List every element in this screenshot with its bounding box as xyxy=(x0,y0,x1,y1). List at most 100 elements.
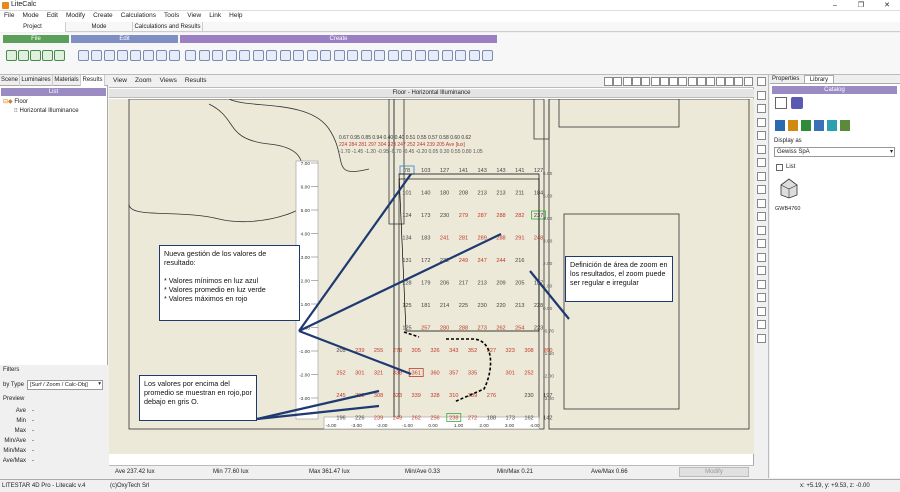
ribbon-tool-icon[interactable] xyxy=(320,50,331,61)
ribbon-tool-icon[interactable] xyxy=(18,50,29,61)
ribbon-tool-icon[interactable] xyxy=(143,50,154,61)
menu-modify[interactable]: Modify xyxy=(62,11,89,19)
viewer-menu-views[interactable]: Views xyxy=(156,75,181,84)
by-type-select[interactable]: [Surf / Zoom / Calc-Obj] ▾ xyxy=(27,380,103,390)
view-tool-icon[interactable] xyxy=(715,77,725,86)
view-tool-icon[interactable] xyxy=(659,77,669,86)
side-tool-icon[interactable] xyxy=(757,252,766,262)
ribbon-tool-icon[interactable] xyxy=(252,50,264,61)
ribbon-tool-icon[interactable] xyxy=(333,50,345,61)
side-tool-icon[interactable] xyxy=(757,90,766,100)
side-tool-icon[interactable] xyxy=(757,239,766,248)
ribbon-tool-icon[interactable] xyxy=(130,50,141,61)
format-icon-2[interactable] xyxy=(788,120,798,131)
side-tool-icon[interactable] xyxy=(757,158,766,167)
tree-horizontal-illuminance[interactable]: ⁝⁝ Horizontal Illuminance xyxy=(14,107,79,114)
zoom-area-irregular[interactable] xyxy=(403,331,492,403)
minimize-icon[interactable]: – xyxy=(822,0,848,11)
drawing-area[interactable]: 7.00 6.00 5.00 4.00 3.00 2.00 1.00 0.00 -1.00 -2.… xyxy=(109,99,754,454)
ribbon-tool-icon[interactable] xyxy=(306,50,318,61)
side-tool-icon[interactable] xyxy=(757,293,766,302)
tab-results[interactable]: Results xyxy=(81,75,105,86)
side-tool-icon[interactable] xyxy=(757,171,766,181)
tab-mode[interactable]: Mode xyxy=(66,22,133,32)
close-icon[interactable]: ✕ xyxy=(874,0,900,11)
format-icon-5[interactable] xyxy=(827,120,837,131)
tab-calculations-results[interactable]: Calculations and Results xyxy=(133,22,203,32)
side-tool-icon[interactable] xyxy=(757,198,766,208)
menu-create[interactable]: Create xyxy=(89,11,117,19)
view-tool-icon[interactable] xyxy=(706,77,716,86)
list-checkbox[interactable] xyxy=(776,164,783,171)
view-tool-icon[interactable] xyxy=(613,77,623,86)
view-tool-icon[interactable] xyxy=(734,77,744,86)
side-tool-icon[interactable] xyxy=(757,117,766,127)
side-tool-icon[interactable] xyxy=(757,104,766,113)
side-tool-icon[interactable] xyxy=(757,77,766,86)
ribbon-tool-icon[interactable] xyxy=(279,50,291,61)
ribbon-tool-icon[interactable] xyxy=(482,50,493,61)
ribbon-tool-icon[interactable] xyxy=(104,50,115,61)
ribbon-tool-icon[interactable] xyxy=(169,50,180,61)
view-tool-icon[interactable] xyxy=(641,77,651,86)
ribbon-tool-icon[interactable] xyxy=(198,50,210,61)
menu-file[interactable]: File xyxy=(0,11,18,19)
menu-help[interactable]: Help xyxy=(225,11,246,19)
tab-materials[interactable]: Materials xyxy=(53,75,81,86)
view-tool-icon[interactable] xyxy=(631,77,641,86)
menu-view[interactable]: View xyxy=(183,11,205,19)
ribbon-tool-icon[interactable] xyxy=(347,50,358,61)
view-tool-icon[interactable] xyxy=(678,77,688,86)
view-tool-icon[interactable] xyxy=(697,77,706,86)
ribbon-tool-icon[interactable] xyxy=(401,50,412,61)
view-tool-icon[interactable] xyxy=(604,77,613,86)
format-icon-4[interactable] xyxy=(814,120,824,131)
ribbon-tool-icon[interactable] xyxy=(374,50,385,61)
viewer-menu-results[interactable]: Results xyxy=(181,75,211,84)
viewer-menu-zoom[interactable]: Zoom xyxy=(131,75,156,84)
tab-properties[interactable]: Properties xyxy=(772,76,799,82)
view-tool-icon[interactable] xyxy=(724,77,734,86)
side-tool-icon[interactable] xyxy=(757,333,766,343)
format-icon-1[interactable] xyxy=(775,120,785,131)
ribbon-tool-icon[interactable] xyxy=(387,50,399,61)
menu-calculations[interactable]: Calculations xyxy=(117,11,160,19)
ribbon-tool-icon[interactable] xyxy=(42,50,53,61)
ribbon-tool-icon[interactable] xyxy=(117,50,128,61)
side-tool-icon[interactable] xyxy=(757,225,766,235)
view-tool-icon[interactable] xyxy=(669,77,679,86)
tab-luminaires[interactable]: Luminaires xyxy=(20,75,53,86)
ribbon-tool-icon[interactable] xyxy=(225,50,237,61)
display-as-select[interactable]: Gewiss SpA ▾ xyxy=(774,147,895,157)
ribbon-tool-icon[interactable] xyxy=(91,50,102,61)
ribbon-tool-icon[interactable] xyxy=(414,50,426,61)
ribbon-tool-icon[interactable] xyxy=(441,50,453,61)
ribbon-tool-icon[interactable] xyxy=(78,50,89,61)
side-tool-icon[interactable] xyxy=(757,266,766,275)
side-tool-icon[interactable] xyxy=(757,131,766,140)
side-tool-icon[interactable] xyxy=(757,144,766,154)
ribbon-tool-icon[interactable] xyxy=(156,50,167,61)
ribbon-tool-icon[interactable] xyxy=(266,50,277,61)
format-icon-3[interactable] xyxy=(801,120,811,131)
lamp-icon[interactable] xyxy=(775,97,787,109)
ribbon-tool-icon[interactable] xyxy=(54,50,65,61)
ribbon-tool-icon[interactable] xyxy=(428,50,439,61)
maximize-icon[interactable]: ❐ xyxy=(848,0,874,11)
luminaire-thumb[interactable] xyxy=(778,177,800,205)
ribbon-tool-icon[interactable] xyxy=(30,50,41,61)
modify-button[interactable]: Modify xyxy=(679,467,749,477)
side-tool-icon[interactable] xyxy=(757,306,766,316)
menu-mode[interactable]: Mode xyxy=(18,11,42,19)
menu-edit[interactable]: Edit xyxy=(43,11,62,19)
view-tool-icon[interactable] xyxy=(622,77,632,86)
menu-tools[interactable]: Tools xyxy=(160,11,183,19)
ribbon-tool-icon[interactable] xyxy=(239,50,250,61)
tab-library[interactable]: Library xyxy=(804,75,834,84)
view-tool-icon[interactable] xyxy=(743,77,753,86)
tab-project[interactable]: Project xyxy=(0,22,66,32)
view-tool-icon[interactable] xyxy=(687,77,697,86)
side-tool-icon[interactable] xyxy=(757,212,766,221)
format-icon-6[interactable] xyxy=(840,120,850,131)
viewer-menu-view[interactable]: View xyxy=(109,75,131,84)
